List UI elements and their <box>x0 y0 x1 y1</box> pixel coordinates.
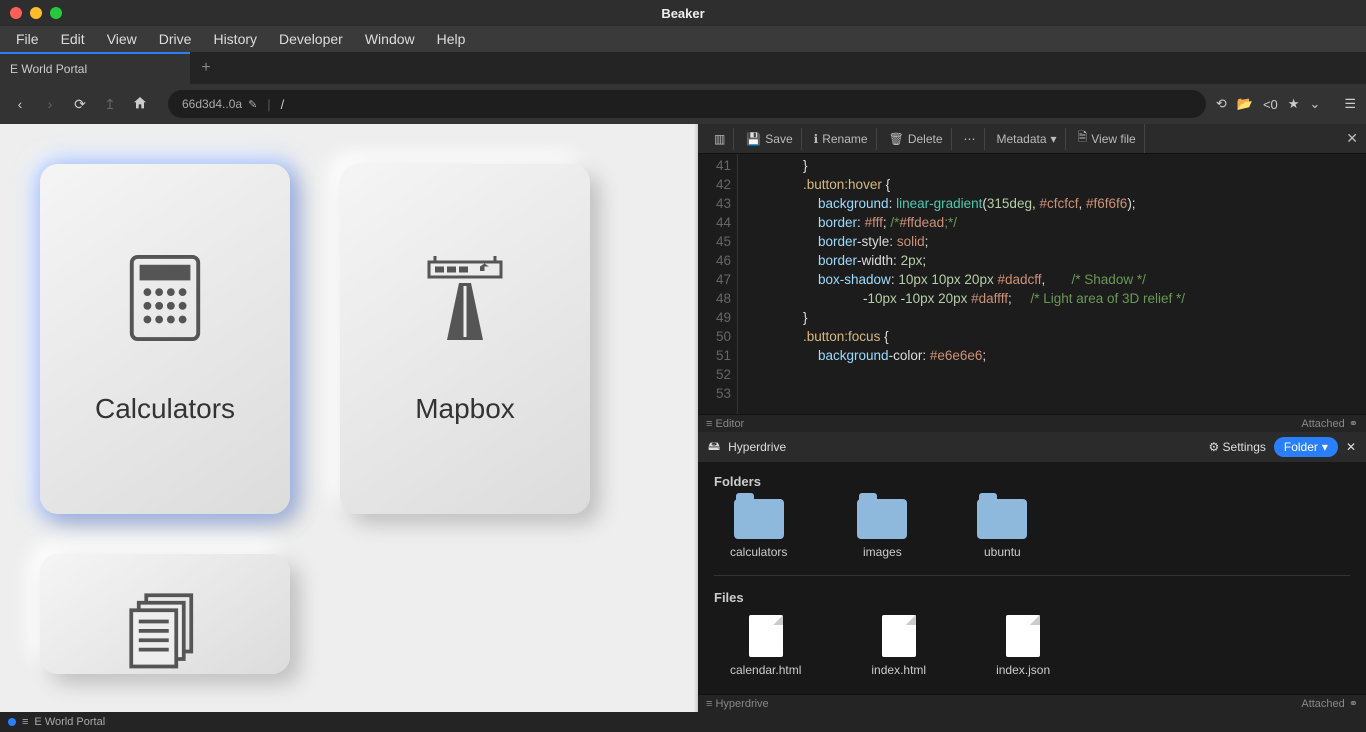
folder-label: images <box>863 545 902 559</box>
home-icon <box>132 95 148 111</box>
url-hash: 66d3d4..0a <box>182 97 242 111</box>
menu-developer[interactable]: Developer <box>269 28 353 50</box>
view-file-button[interactable]: 🗎 View file <box>1070 124 1145 153</box>
code-source[interactable]: } .button:hover { background: linear-gra… <box>738 154 1185 414</box>
file-label: index.html <box>871 663 926 677</box>
url-path: / <box>281 97 285 112</box>
card-calculators[interactable]: Calculators <box>40 164 290 514</box>
menu-hamburger-icon[interactable]: ☰ <box>1344 96 1356 112</box>
sidebar-toggle-icon[interactable]: ▥ <box>706 128 734 150</box>
menu-file[interactable]: File <box>6 28 49 50</box>
drive-icon: 🖴 <box>708 437 720 458</box>
card-documents[interactable] <box>40 554 290 674</box>
folder-item[interactable]: calculators <box>730 499 787 559</box>
editor-status-bar: ≡ Editor Attached ⚭ <box>698 414 1366 432</box>
window-footer: ≡ E World Portal <box>0 712 1366 732</box>
folder-icon <box>857 499 907 539</box>
folder-label: ubuntu <box>984 545 1021 559</box>
menu-drive[interactable]: Drive <box>149 28 202 50</box>
pencil-icon[interactable]: ✎ <box>248 98 257 111</box>
close-window-button[interactable] <box>10 7 22 19</box>
folders-heading: Folders <box>714 474 1350 489</box>
scrollbar-thumb[interactable] <box>688 126 696 196</box>
new-tab-button[interactable]: + <box>190 52 222 84</box>
files-heading: Files <box>714 590 1350 605</box>
status-dot-icon <box>8 718 16 726</box>
view-mode-dropdown[interactable]: Folder ▾ <box>1274 437 1338 457</box>
folder-icon <box>734 499 784 539</box>
forward-button[interactable]: › <box>40 96 60 112</box>
rename-button[interactable]: ℹ Rename <box>806 128 877 150</box>
settings-button[interactable]: ⚙ Settings <box>1208 440 1265 454</box>
folder-item[interactable]: ubuntu <box>977 499 1027 559</box>
close-panel-button[interactable]: ✕ <box>1346 130 1358 147</box>
tab-label: E World Portal <box>10 62 87 76</box>
metadata-dropdown[interactable]: Metadata ▾ <box>989 128 1066 150</box>
page-viewport[interactable]: Calculators Mapbox <box>0 124 698 712</box>
file-item[interactable]: index.json <box>996 615 1050 677</box>
card-label: Calculators <box>95 393 235 425</box>
bookmark-star-icon[interactable]: ★ <box>1288 96 1300 112</box>
delete-button[interactable]: 🗑 Delete <box>881 128 952 150</box>
back-button[interactable]: ‹ <box>10 96 30 112</box>
hyperdrive-header: 🖴 Hyperdrive ⚙ Settings Folder ▾ ✕ <box>698 432 1366 462</box>
close-panel-button[interactable]: ✕ <box>1346 440 1356 454</box>
folder-label: calculators <box>730 545 787 559</box>
folder-open-icon[interactable]: 📂 <box>1237 96 1253 112</box>
home-button[interactable] <box>130 95 150 114</box>
line-gutter: 41424344454647484950515253 <box>698 154 738 414</box>
minimize-window-button[interactable] <box>30 7 42 19</box>
menu-help[interactable]: Help <box>427 28 476 50</box>
tab-active[interactable]: E World Portal <box>0 52 190 84</box>
url-bar[interactable]: 66d3d4..0a ✎ | / <box>168 90 1206 118</box>
folder-item[interactable]: images <box>857 499 907 559</box>
reload-button[interactable]: ⟳ <box>70 96 90 113</box>
nav-toolbar: ‹ › ⟳ ↥ 66d3d4..0a ✎ | / ⟲ 📂 <0 ★ ⌄ ☰ <box>0 84 1366 124</box>
documents-icon <box>120 584 210 674</box>
hyperdrive-status-bar: ≡ Hyperdrive Attached ⚭ <box>698 694 1366 712</box>
code-editor[interactable]: 41424344454647484950515253 } .button:hov… <box>698 154 1366 414</box>
card-mapbox[interactable]: Mapbox <box>340 164 590 514</box>
menu-bar: File Edit View Drive History Developer W… <box>0 26 1366 52</box>
window-title: Beaker <box>661 6 704 21</box>
titlebar: Beaker <box>0 0 1366 26</box>
file-label: index.json <box>996 663 1050 677</box>
file-icon <box>1006 615 1040 657</box>
editor-toolbar: ▥ 💾 Save ℹ Rename 🗑 Delete ⋯ Metadata ▾ … <box>698 124 1366 154</box>
file-label: calendar.html <box>730 663 801 677</box>
folder-icon <box>977 499 1027 539</box>
hyperdrive-body[interactable]: Folders calculators images ubuntu Files ca… <box>698 462 1366 694</box>
file-item[interactable]: index.html <box>871 615 926 677</box>
file-icon <box>882 615 916 657</box>
menu-edit[interactable]: Edit <box>51 28 95 50</box>
upload-button[interactable]: ↥ <box>100 96 120 113</box>
card-label: Mapbox <box>415 393 515 425</box>
zoom-window-button[interactable] <box>50 7 62 19</box>
share-button[interactable]: <0 <box>1263 97 1278 112</box>
file-item[interactable]: calendar.html <box>730 615 801 677</box>
tab-bar: E World Portal + <box>0 52 1366 84</box>
chevron-down-icon[interactable]: ⌄ <box>1309 96 1320 112</box>
menu-view[interactable]: View <box>97 28 147 50</box>
highway-icon <box>420 253 510 343</box>
sync-icon[interactable]: ⟲ <box>1216 96 1227 112</box>
menu-window[interactable]: Window <box>355 28 425 50</box>
calculator-icon <box>120 253 210 343</box>
hyperdrive-title: Hyperdrive <box>728 440 1200 454</box>
footer-title: E World Portal <box>34 716 105 728</box>
more-button[interactable]: ⋯ <box>956 128 985 150</box>
file-icon <box>749 615 783 657</box>
save-button[interactable]: 💾 Save <box>738 128 801 150</box>
menu-history[interactable]: History <box>203 28 267 50</box>
